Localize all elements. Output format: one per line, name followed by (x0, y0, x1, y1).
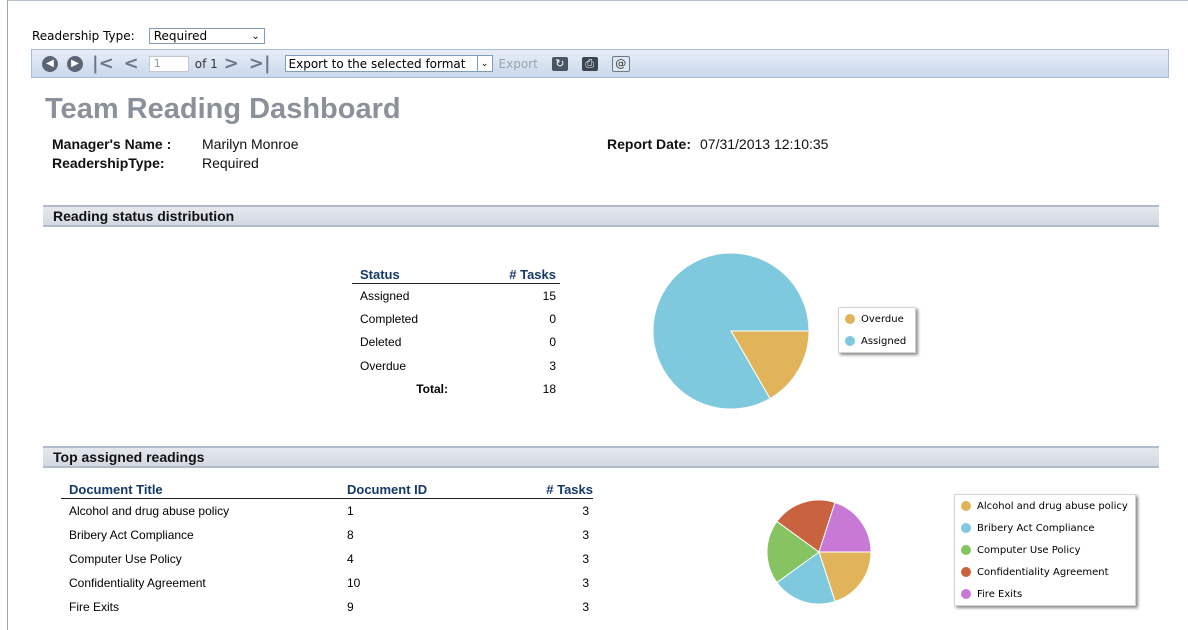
total-value: 18 (542, 382, 556, 397)
tasks-cell: 0 (549, 335, 556, 350)
legend-label: Confidentiality Agreement (977, 566, 1109, 578)
legend-label: Assigned (861, 335, 907, 347)
table-row: Deleted 0 (352, 331, 560, 354)
report-date-value: 07/31/2013 12:10:35 (700, 136, 829, 152)
legend-dot (961, 567, 971, 577)
table-row: Assigned 15 (352, 284, 560, 308)
export-button[interactable]: Export (499, 57, 538, 71)
legend-label: Computer Use Policy (977, 544, 1081, 556)
legend-dot (961, 589, 971, 599)
manager-name-label: Manager's Name : (52, 136, 172, 152)
document-id-cell: 10 (347, 576, 361, 590)
document-title-cell: Fire Exits (69, 600, 120, 614)
status-cell: Completed (360, 312, 419, 327)
legend-label: Fire Exits (977, 588, 1023, 600)
back-icon[interactable]: ◀ (42, 55, 58, 72)
tasks-cell: 0 (549, 312, 556, 327)
legend-item-bribery: Bribery Act Compliance (955, 517, 1135, 539)
page-title: Team Reading Dashboard (45, 93, 401, 125)
export-format-select[interactable]: Export to the selected format ⌄ (284, 55, 493, 72)
column-header-tasks: # Tasks (478, 266, 560, 284)
tasks-cell: 3 (582, 504, 589, 518)
previous-page-icon[interactable]: < (124, 54, 139, 72)
next-page-icon[interactable]: > (224, 54, 239, 72)
manager-name-value: Marilyn Monroe (202, 136, 299, 152)
forward-icon[interactable]: ▶ (67, 55, 83, 72)
legend-item-alcohol: Alcohol and drug abuse policy (955, 495, 1135, 517)
tasks-cell: 3 (582, 552, 589, 566)
legend-label: Alcohol and drug abuse policy (977, 500, 1128, 512)
section-header-readings: Top assigned readings (43, 446, 1159, 468)
tasks-cell: 3 (582, 600, 589, 614)
chevron-down-icon: ⌄ (251, 30, 260, 42)
table-header-row: Document Title Document ID # Tasks (61, 481, 593, 499)
last-page-icon[interactable]: >| (249, 54, 271, 72)
status-pie-chart (652, 252, 810, 410)
document-title-cell: Confidentiality Agreement (69, 576, 206, 590)
chevron-down-icon: ⌄ (476, 56, 492, 71)
column-header-tasks: # Tasks (479, 481, 593, 499)
document-title-cell: Bribery Act Compliance (69, 528, 194, 542)
table-row: Computer Use Policy 4 3 (61, 547, 593, 571)
page-count-label: of 1 (194, 56, 218, 71)
total-row: Total: 18 (352, 378, 560, 401)
column-header-document-id: Document ID (339, 481, 479, 499)
document-id-cell: 9 (347, 600, 354, 614)
table-row: Overdue 3 (352, 354, 560, 377)
legend-item-confidentiality: Confidentiality Agreement (955, 561, 1135, 583)
parameter-row: Readership Type: Required ⌄ (32, 28, 265, 44)
legend-dot-assigned (845, 336, 855, 346)
legend-dot-overdue (845, 314, 855, 324)
table-row: Alcohol and drug abuse policy 1 3 (61, 499, 593, 524)
table-header-row: Status # Tasks (352, 266, 560, 284)
legend-label: Overdue (861, 313, 904, 325)
document-title-cell: Alcohol and drug abuse policy (69, 504, 230, 518)
email-report-icon[interactable]: @ (611, 55, 630, 72)
legend-dot (961, 545, 971, 555)
tasks-cell: 15 (542, 288, 556, 303)
page-number-input[interactable]: 1 (148, 55, 189, 72)
section-header-status: Reading status distribution (43, 205, 1159, 227)
readings-pie-chart (766, 499, 872, 605)
tasks-cell: 3 (582, 576, 589, 590)
table-row: Fire Exits 9 3 (61, 595, 593, 619)
report-date-label: Report Date: (607, 136, 692, 152)
export-format-value: Export to the selected format (288, 56, 466, 71)
status-cell: Overdue (360, 358, 407, 373)
tasks-cell: 3 (582, 528, 589, 542)
status-cell: Assigned (360, 288, 410, 303)
readership-type-value: Required (153, 29, 208, 43)
column-header-document-title: Document Title (61, 481, 339, 499)
readership-type-meta-label: ReadershipType: (52, 155, 165, 171)
document-id-cell: 4 (347, 552, 354, 566)
total-label: Total: (416, 382, 448, 397)
legend-label: Bribery Act Compliance (977, 522, 1095, 534)
document-id-cell: 8 (347, 528, 354, 542)
column-header-status: Status (352, 266, 478, 284)
table-row: Confidentiality Agreement 10 3 (61, 571, 593, 595)
print-icon[interactable]: ⎙ (581, 56, 598, 71)
refresh-icon[interactable]: ↻ (551, 56, 568, 71)
status-cell: Deleted (360, 335, 402, 350)
legend-dot (961, 501, 971, 511)
document-title-cell: Computer Use Policy (69, 552, 182, 566)
readings-pie-legend: Alcohol and drug abuse policy Bribery Ac… (954, 494, 1136, 606)
first-page-icon[interactable]: |< (92, 54, 114, 72)
table-row: Completed 0 (352, 307, 560, 330)
report-toolbar: ◀ ▶ |< < 1 of 1 > >| Export to the selec… (31, 49, 1169, 78)
document-id-cell: 1 (347, 504, 354, 518)
legend-item-assigned: Assigned (839, 330, 915, 352)
table-row: Bribery Act Compliance 8 3 (61, 523, 593, 547)
readership-type-meta-value: Required (202, 155, 259, 171)
legend-item-fire-exits: Fire Exits (955, 583, 1135, 605)
status-pie-legend: Overdue Assigned (838, 307, 916, 353)
readings-table: Document Title Document ID # Tasks Alcoh… (61, 481, 593, 619)
readership-type-select[interactable]: Required ⌄ (148, 28, 265, 44)
legend-item-overdue: Overdue (839, 308, 915, 330)
legend-dot (961, 523, 971, 533)
readership-type-label: Readership Type: (32, 29, 135, 43)
tasks-cell: 3 (549, 358, 556, 373)
status-table: Status # Tasks Assigned 15 Completed 0 D… (352, 266, 560, 401)
legend-item-computer-use: Computer Use Policy (955, 539, 1135, 561)
